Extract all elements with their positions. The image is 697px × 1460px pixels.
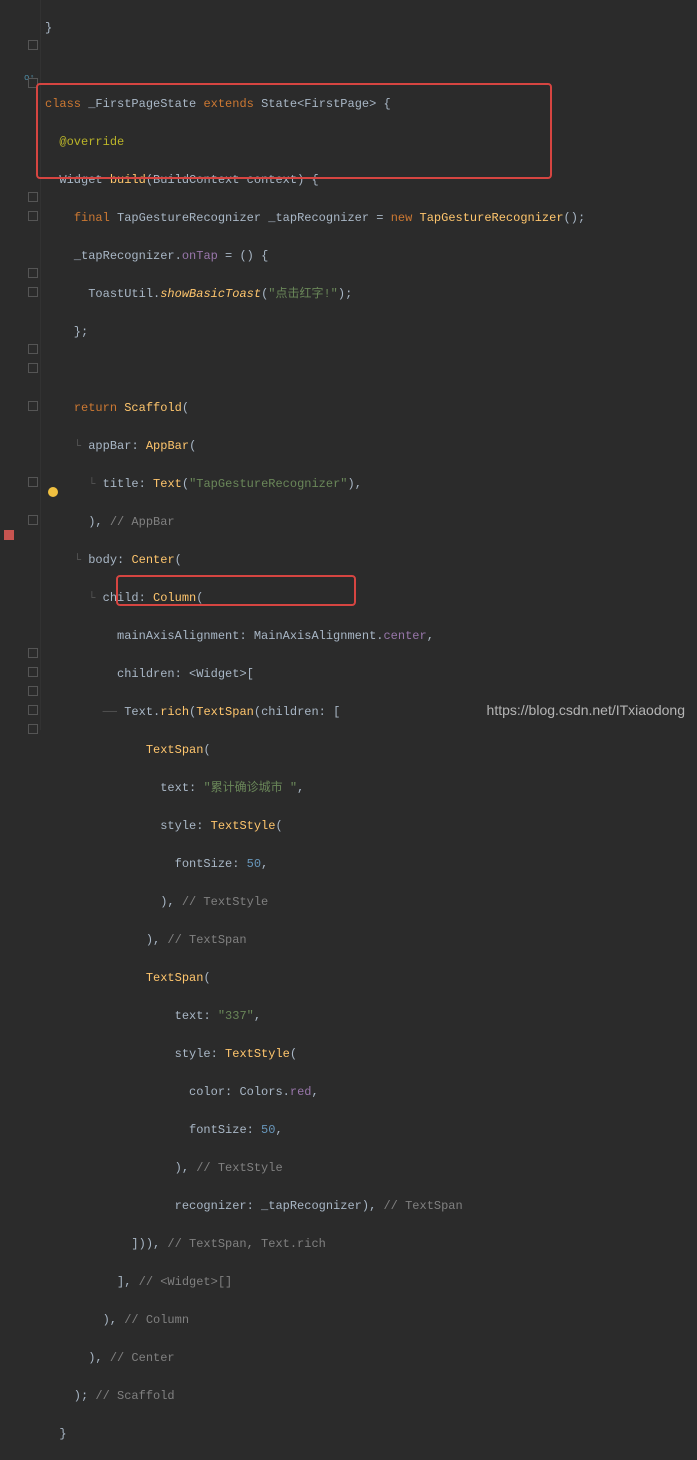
fold-icon[interactable] [28, 686, 38, 696]
code-line: style: TextStyle( [45, 1045, 585, 1064]
code-line: ), // TextStyle [45, 1159, 585, 1178]
fold-icon[interactable] [28, 192, 38, 202]
code-line: mainAxisAlignment: MainAxisAlignment.cen… [45, 627, 585, 646]
code-line: text: "337", [45, 1007, 585, 1026]
code-line: TextSpan( [45, 741, 585, 760]
code-line: └ child: Column( [45, 589, 585, 608]
fold-icon[interactable] [28, 287, 38, 297]
code-line: }; [45, 323, 585, 342]
fold-icon[interactable] [28, 724, 38, 734]
code-line: text: "累计确诊城市 ", [45, 779, 585, 798]
code-line: fontSize: 50, [45, 1121, 585, 1140]
code-editor: o↑ } class _FirstPageState extends State… [0, 0, 697, 730]
code-line: color: Colors.red, [45, 1083, 585, 1102]
code-line: ), // AppBar [45, 513, 585, 532]
watermark: https://blog.csdn.net/ITxiaodong [487, 702, 685, 718]
code-line: final TapGestureRecognizer _tapRecognize… [45, 209, 585, 228]
code-line: recognizer: _tapRecognizer), // TextSpan [45, 1197, 585, 1216]
fold-icon[interactable] [28, 648, 38, 658]
fold-icon[interactable] [28, 40, 38, 50]
fold-icon[interactable] [28, 667, 38, 677]
code-line: ), // Column [45, 1311, 585, 1330]
code-line: ); // Scaffold [45, 1387, 585, 1406]
code-line: } [45, 1425, 585, 1444]
code-line: ])), // TextSpan, Text.rich [45, 1235, 585, 1254]
code-line: style: TextStyle( [45, 817, 585, 836]
fold-icon[interactable] [28, 78, 38, 88]
fold-icon[interactable] [28, 211, 38, 221]
code-line: ToastUtil.showBasicToast("点击红字!"); [45, 285, 585, 304]
code-line: ), // Center [45, 1349, 585, 1368]
code-line: fontSize: 50, [45, 855, 585, 874]
code-line: class _FirstPageState extends State<Firs… [45, 95, 585, 114]
fold-icon[interactable] [28, 477, 38, 487]
error-marker-icon[interactable] [4, 530, 14, 540]
code-line: ], // <Widget>[] [45, 1273, 585, 1292]
fold-icon[interactable] [28, 344, 38, 354]
fold-icon[interactable] [28, 515, 38, 525]
code-line: ), // TextStyle [45, 893, 585, 912]
code-line: @override [45, 133, 585, 152]
code-line: Widget build(BuildContext context) { [45, 171, 585, 190]
code-line: TextSpan( [45, 969, 585, 988]
code-line: } [45, 19, 585, 38]
fold-icon[interactable] [28, 401, 38, 411]
code-line: └ title: Text("TapGestureRecognizer"), [45, 475, 585, 494]
code-line: ), // TextSpan [45, 931, 585, 950]
fold-icon[interactable] [28, 705, 38, 715]
code-line: └ appBar: AppBar( [45, 437, 585, 456]
code-line: └ body: Center( [45, 551, 585, 570]
code-line: return Scaffold( [45, 399, 585, 418]
fold-icon[interactable] [28, 363, 38, 373]
fold-icon[interactable] [28, 268, 38, 278]
code-line: children: <Widget>[ [45, 665, 585, 684]
code-area[interactable]: } class _FirstPageState extends State<Fi… [41, 0, 585, 730]
code-line: _tapRecognizer.onTap = () { [45, 247, 585, 266]
gutter: o↑ [0, 0, 41, 730]
